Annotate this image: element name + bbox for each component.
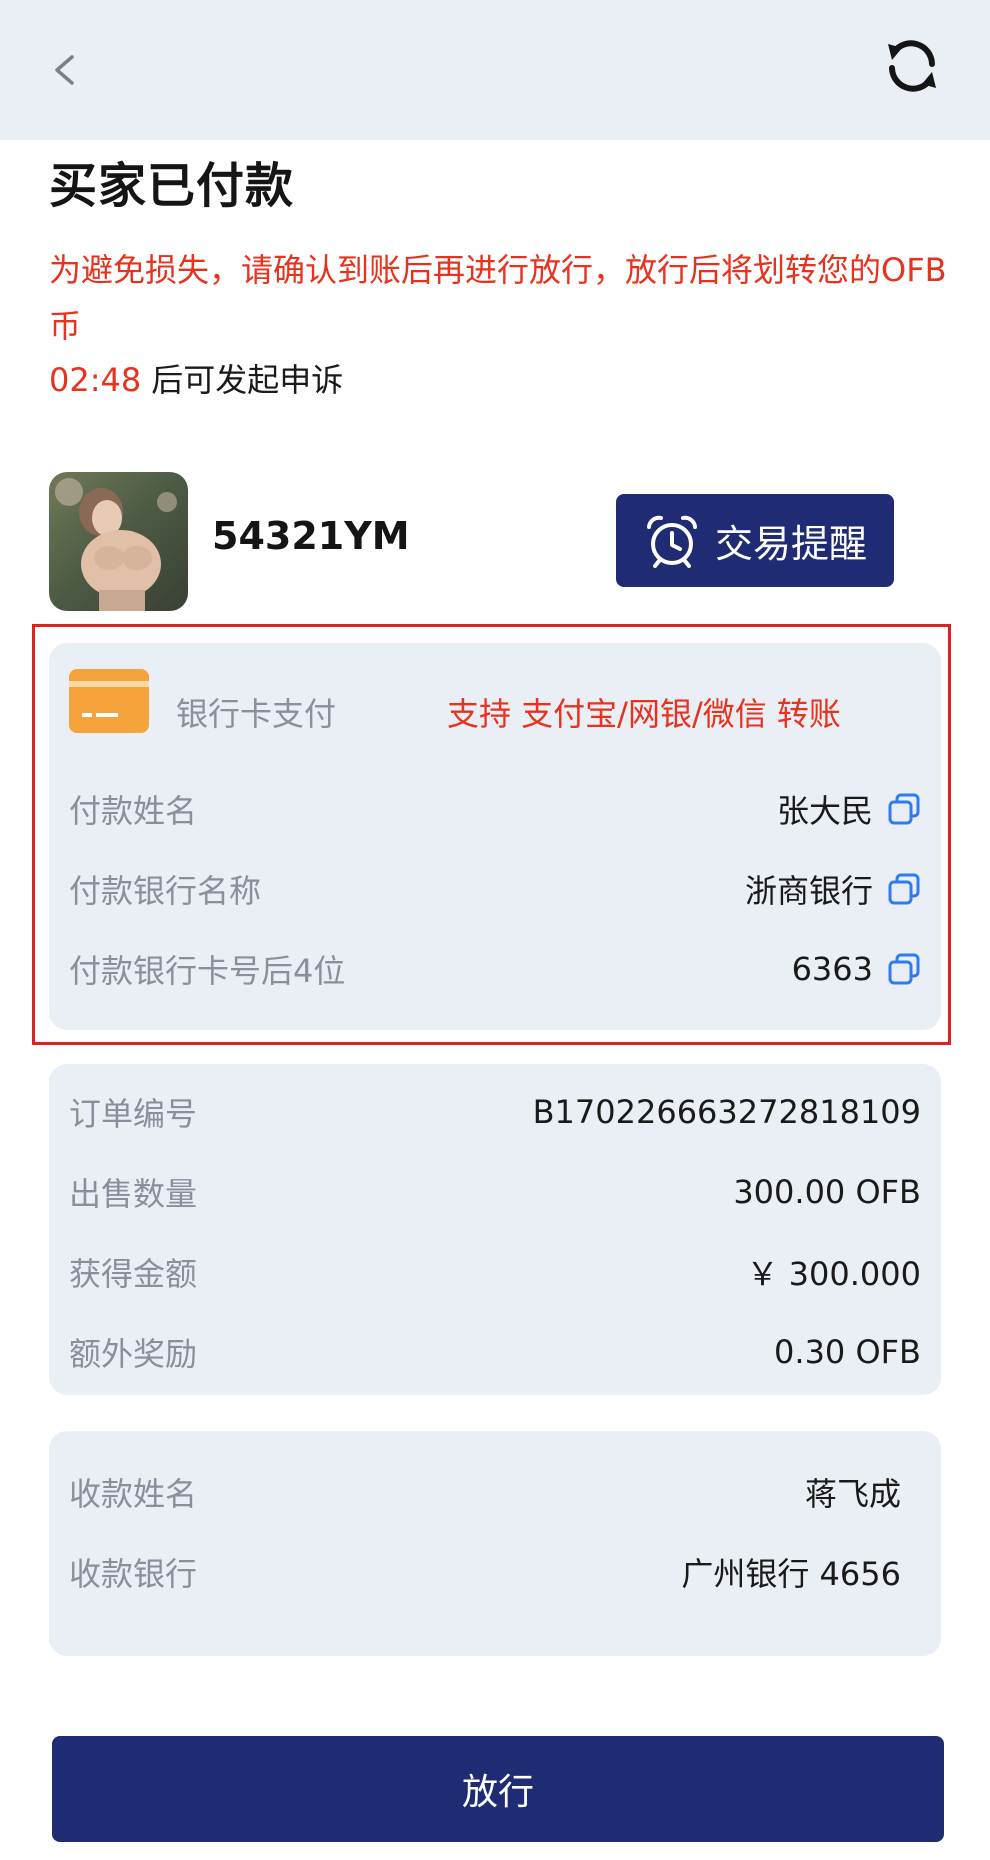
alarm-clock-icon [646,515,697,568]
counterparty-username: 54321YM [212,514,410,558]
bank-card-icon [69,669,149,733]
received-amount-row: 获得金额 ￥ 300.000 [69,1247,921,1297]
appeal-timer: 02:48 [49,361,142,399]
order-info-card: 订单编号 B170226663272818109 出售数量 300.00 OFB… [49,1064,941,1395]
trade-reminder-button[interactable]: 交易提醒 [616,494,894,587]
row-value: 浙商银行 [744,872,873,910]
payer-bank-row: 付款银行名称 浙商银行 [69,864,921,914]
release-button[interactable]: 放行 [52,1736,944,1842]
appeal-text: 后可发起申诉 [151,361,344,399]
payment-support-text: 支持 支付宝/网银/微信 转账 [447,695,841,733]
row-value: 广州银行 4656 [681,1555,901,1593]
refresh-icon [888,40,936,92]
extra-reward-row: 额外奖励 0.30 OFB [69,1327,921,1377]
receiving-account-card: 收款姓名 蒋飞成 收款银行 广州银行 4656 [49,1431,941,1656]
row-label: 额外奖励 [69,1335,198,1373]
row-label: 付款银行名称 [69,872,262,910]
payee-name-row: 收款姓名 蒋飞成 [69,1467,901,1517]
row-label: 付款银行卡号后4位 [69,952,346,990]
copy-icon[interactable] [887,792,921,826]
row-value: ￥ 300.000 [746,1255,921,1293]
row-value: 蒋飞成 [804,1475,901,1513]
row-value: 300.00 OFB [733,1173,921,1211]
page-title: 买家已付款 [49,158,295,214]
row-value: B170226663272818109 [532,1093,921,1131]
appeal-countdown: 02:48 后可发起申诉 [49,352,343,408]
row-label: 获得金额 [69,1255,198,1293]
row-value: 6363 [791,950,873,988]
sell-quantity-row: 出售数量 300.00 OFB [69,1167,921,1217]
avatar [49,472,188,611]
release-warning-text: 为避免损失，请确认到账后再进行放行，放行后将划转您的OFB币 [49,251,947,345]
refresh-button[interactable] [880,34,944,98]
payment-method-label: 银行卡支付 [176,695,337,733]
row-value: 0.30 OFB [774,1333,921,1371]
top-bar [0,0,990,140]
payee-bank-row: 收款银行 广州银行 4656 [69,1547,901,1597]
row-label: 出售数量 [69,1175,198,1213]
row-label: 订单编号 [69,1095,198,1133]
row-label: 付款姓名 [69,792,198,830]
order-number-row: 订单编号 B170226663272818109 [69,1087,921,1137]
row-label: 收款姓名 [69,1475,198,1513]
copy-icon[interactable] [887,872,921,906]
copy-icon[interactable] [887,952,921,986]
payer-name-row: 付款姓名 张大民 [69,784,921,834]
row-label: 收款银行 [69,1555,198,1593]
chevron-left-icon [55,55,74,85]
back-button[interactable] [40,45,90,95]
trade-reminder-label: 交易提醒 [714,522,867,566]
payment-info-card: 银行卡支付 支持 支付宝/网银/微信 转账 付款姓名 张大民 付款银行名称 浙商… [49,643,941,1030]
row-value: 张大民 [776,792,873,830]
payer-card-last4-row: 付款银行卡号后4位 6363 [69,944,921,994]
